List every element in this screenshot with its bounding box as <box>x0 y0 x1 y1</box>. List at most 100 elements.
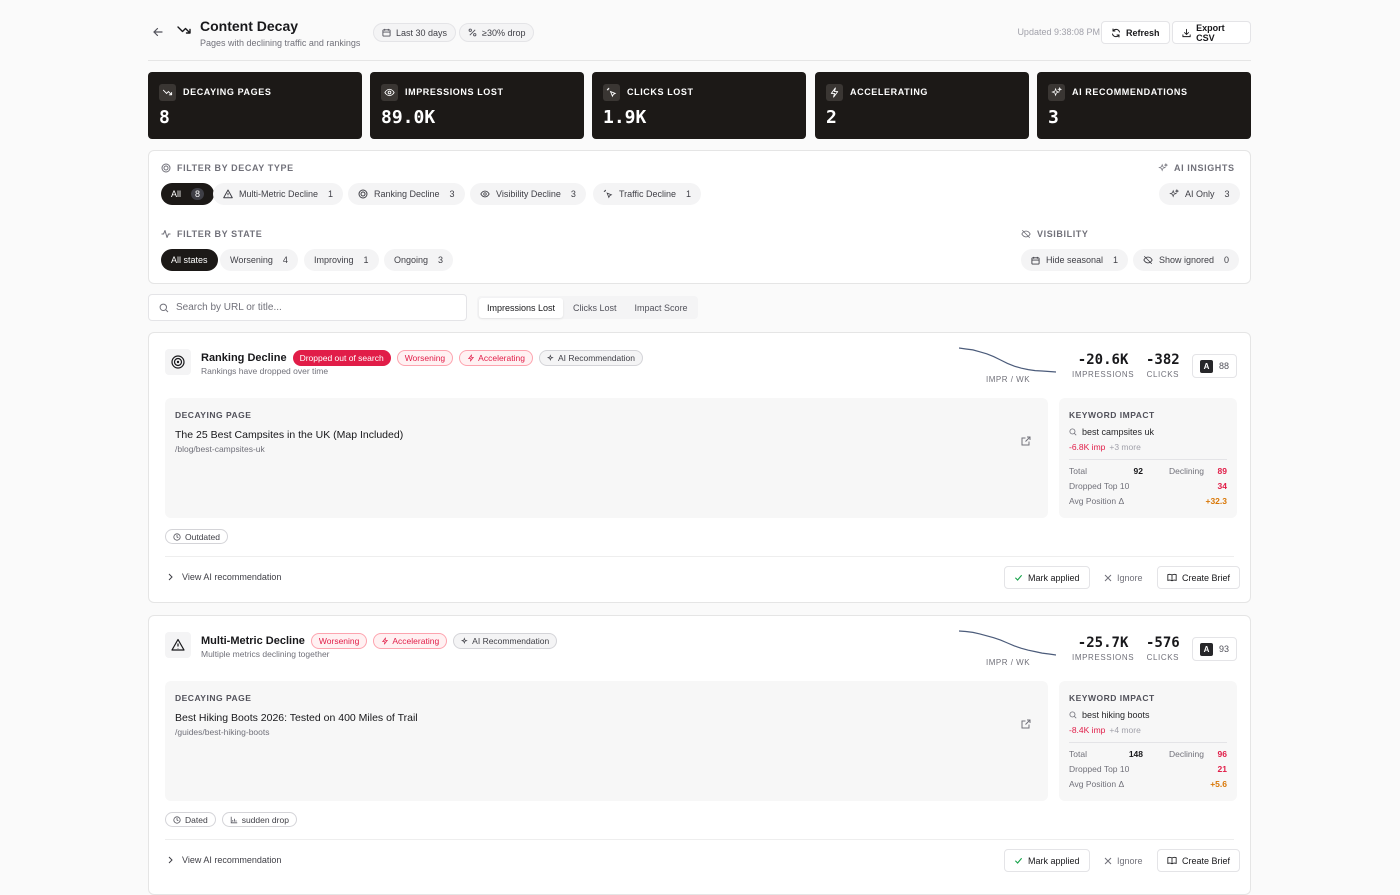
tags-row: Dated sudden drop <box>165 812 297 827</box>
decaying-page-title: The 25 Best Campsites in the UK (Map Inc… <box>175 429 404 441</box>
target-icon <box>161 163 171 173</box>
create-brief-button[interactable]: Create Brief <box>1157 566 1241 589</box>
tags-row: Outdated <box>165 529 228 544</box>
score-grade: A <box>1199 359 1213 373</box>
chevron-right-icon <box>168 856 173 864</box>
badge-worsening: Worsening <box>396 350 454 366</box>
stat-value: 3 <box>1048 107 1059 128</box>
avg-position-value: +32.3 <box>1205 496 1227 506</box>
stat-ai-recommendations: AI RECOMMENDATIONS 3 <box>1037 72 1251 139</box>
date-range-pill[interactable]: Last 30 days <box>373 23 457 42</box>
score-grade: A <box>1199 642 1213 656</box>
sort-tab-impressions[interactable]: Impressions Lost <box>479 297 564 318</box>
keyword-more[interactable]: +4 more <box>1109 725 1140 735</box>
date-range-label: Last 30 days <box>396 27 448 38</box>
tag-dated: Dated <box>165 812 216 827</box>
chip-label: Improving <box>314 255 354 265</box>
badge-label: Accelerating <box>478 353 525 363</box>
badge-label: AI Recommendation <box>557 353 635 363</box>
eye-icon <box>480 190 490 198</box>
book-open-icon <box>1167 856 1177 865</box>
eye-icon <box>384 88 395 97</box>
target-icon <box>358 189 368 199</box>
score-value: 88 <box>1218 361 1229 371</box>
external-link-icon[interactable] <box>1020 435 1032 447</box>
view-ai-recommendation-toggle[interactable]: View AI recommendation <box>167 572 281 582</box>
tag-outdated: Outdated <box>165 529 228 544</box>
close-icon <box>1104 857 1112 864</box>
chip-count: 1 <box>1113 255 1119 265</box>
visibility-heading: VISIBILITY <box>1021 229 1089 239</box>
search-input[interactable] <box>176 302 446 313</box>
create-brief-button[interactable]: Create Brief <box>1157 849 1241 872</box>
divider <box>165 839 1234 840</box>
bar-chart-icon <box>230 816 237 823</box>
keyword-more[interactable]: +3 more <box>1109 442 1140 452</box>
impressions-metric: -20.6K IMPRESSIONS <box>1072 352 1134 379</box>
decay-card: Ranking Decline Dropped out of search Wo… <box>148 332 1251 603</box>
state-filter-improving[interactable]: Improving 1 <box>304 249 379 271</box>
decay-card: Multi-Metric Decline Worsening Accelerat… <box>148 615 1251 895</box>
chip-count: 8 <box>191 188 205 200</box>
dropped-top10-label: Dropped Top 10 <box>1069 764 1130 774</box>
keyword-imp-value: -8.4K imp <box>1069 725 1106 735</box>
drop-threshold-pill[interactable]: ≥30% drop <box>459 23 535 42</box>
chip-count: 3 <box>449 189 455 199</box>
decay-filter-all[interactable]: All 8 <box>161 183 215 205</box>
keyword-term: best hiking boots <box>1069 710 1150 720</box>
state-label: FILTER BY STATE <box>177 229 263 239</box>
zap-icon <box>382 637 389 645</box>
clicks-label: CLICKS <box>1146 653 1180 662</box>
chip-label: All <box>171 189 182 199</box>
sparkline-label: IMPR / WK <box>986 375 1031 384</box>
external-link-icon[interactable] <box>1020 718 1032 730</box>
sort-tab-clicks[interactable]: Clicks Lost <box>565 298 625 318</box>
stat-accelerating: ACCELERATING 2 <box>815 72 1029 139</box>
stat-label: ACCELERATING <box>850 87 929 97</box>
state-filter-worsening[interactable]: Worsening 4 <box>220 249 298 271</box>
visibility-label: VISIBILITY <box>1037 229 1089 239</box>
tag-label: Outdated <box>185 531 220 542</box>
view-ai-recommendation-toggle[interactable]: View AI recommendation <box>167 855 281 865</box>
ai-only-filter[interactable]: AI Only 3 <box>1159 183 1240 205</box>
export-csv-button[interactable]: Export CSV <box>1172 21 1251 44</box>
decaying-page-title: Best Hiking Boots 2026: Tested on 400 Mi… <box>175 712 418 724</box>
page-title: Content Decay <box>200 18 299 34</box>
chip-label: Worsening <box>230 255 273 265</box>
sort-tab-impact-score[interactable]: Impact Score <box>627 298 696 318</box>
search-icon <box>159 303 169 312</box>
stat-label: AI RECOMMENDATIONS <box>1072 87 1188 97</box>
state-filter-ongoing[interactable]: Ongoing 3 <box>384 249 454 271</box>
view-ai-label: View AI recommendation <box>182 572 282 582</box>
decay-type-label: FILTER BY DECAY TYPE <box>177 163 294 173</box>
mark-applied-button[interactable]: Mark applied <box>1004 566 1090 589</box>
state-filter-all[interactable]: All states <box>161 249 218 271</box>
ignore-label: Ignore <box>1117 855 1143 866</box>
back-button[interactable] <box>150 24 166 40</box>
avg-position-label: Avg Position Δ <box>1069 779 1125 789</box>
sparkline-path <box>959 630 1056 656</box>
stat-label: DECAYING PAGES <box>183 87 272 97</box>
chevron-right-icon <box>168 573 173 581</box>
show-ignored-toggle[interactable]: Show ignored 0 <box>1133 249 1240 271</box>
mark-applied-button[interactable]: Mark applied <box>1004 849 1090 872</box>
refresh-button[interactable]: Refresh <box>1101 21 1170 44</box>
chip-label: Ongoing <box>394 255 429 265</box>
decay-filter-traffic[interactable]: Traffic Decline 1 <box>593 183 702 205</box>
ai-insights-label: AI INSIGHTS <box>1174 163 1235 173</box>
decay-filter-ranking[interactable]: Ranking Decline 3 <box>348 183 465 205</box>
sparkles-icon <box>461 637 468 645</box>
ignore-button[interactable]: Ignore <box>1095 849 1152 872</box>
ignore-button[interactable]: Ignore <box>1095 566 1152 589</box>
chip-label: All states <box>171 255 208 265</box>
stats-row: DECAYING PAGES 8 IMPRESSIONS LOST 89.0K … <box>148 72 1251 139</box>
content-decay-page: Content Decay Pages with declining traff… <box>148 0 1251 895</box>
decaying-page-label: DECAYING PAGE <box>175 410 252 420</box>
decay-filter-multi-metric[interactable]: Multi-Metric Decline 1 <box>213 183 344 205</box>
tag-label: sudden drop <box>241 814 289 825</box>
keyword-term-text: best hiking boots <box>1082 710 1150 720</box>
hide-seasonal-toggle[interactable]: Hide seasonal 1 <box>1021 249 1129 271</box>
decay-filter-visibility[interactable]: Visibility Decline 3 <box>470 183 586 205</box>
chip-count: 3 <box>570 189 576 199</box>
state-heading: FILTER BY STATE <box>161 229 262 239</box>
